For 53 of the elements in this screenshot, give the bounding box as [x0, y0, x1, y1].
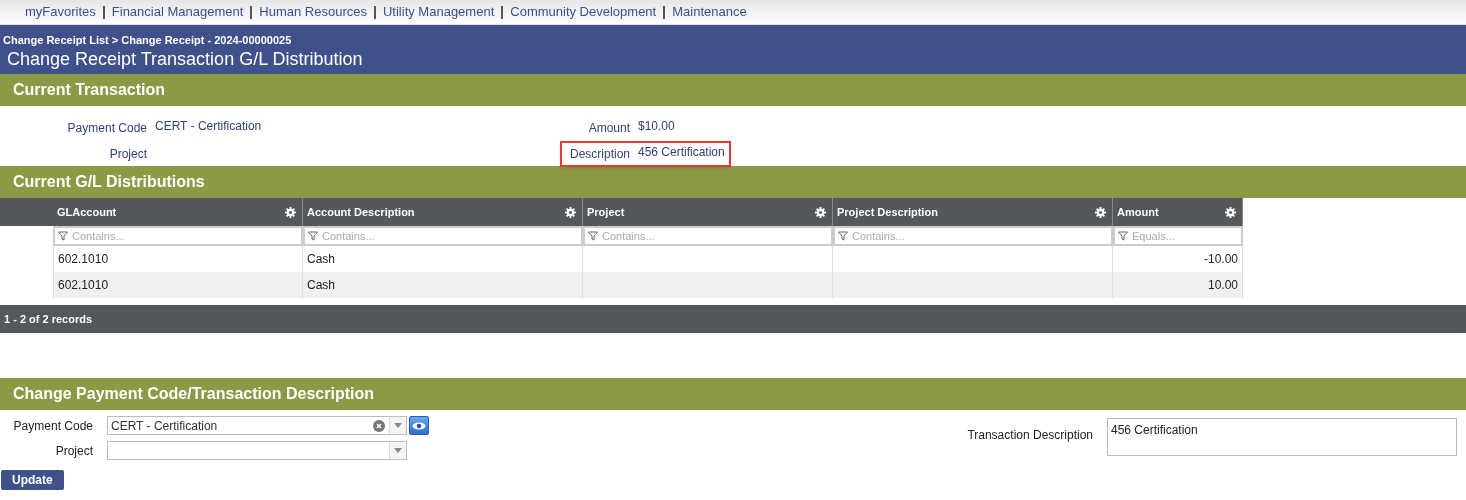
filter-field[interactable]: Equals...	[1113, 226, 1243, 246]
table-cell: 602.1010	[53, 272, 303, 298]
filter-field[interactable]: Contains...	[53, 226, 303, 246]
filter-icon	[1118, 231, 1128, 241]
settings-icon[interactable]	[1225, 207, 1236, 218]
nav-link[interactable]: Community Development	[510, 2, 657, 22]
field-label: Description	[568, 146, 631, 163]
column-header[interactable]: Project	[583, 198, 833, 226]
field-label: Amount	[587, 120, 631, 137]
table-cell: 602.1010	[53, 246, 303, 272]
field-value: 456 Certification	[638, 144, 725, 161]
clear-icon[interactable]	[373, 419, 385, 432]
filter-field[interactable]: Contains...	[583, 226, 833, 246]
field-label: Payment Code	[66, 120, 148, 137]
payment-code-dropdown[interactable]: CERT - Certification	[107, 416, 407, 435]
description-field[interactable]: 456 Certification	[1107, 418, 1457, 456]
nav-link[interactable]: myFavorites	[25, 2, 96, 22]
caret-icon[interactable]	[389, 417, 406, 434]
filter-icon	[588, 231, 598, 241]
column-header[interactable]: Project Description	[833, 198, 1113, 226]
table-cell: Cash	[303, 272, 583, 298]
nav-link[interactable]: Financial Management	[111, 2, 244, 22]
column-header[interactable]: Account Description	[303, 198, 583, 226]
page-title: Change Receipt Transaction G/L Distribution	[6, 48, 364, 71]
filter-icon	[308, 231, 318, 241]
field-label: Transaction Description	[966, 427, 1094, 444]
section-title: Change Payment Code/Transaction Description	[13, 384, 374, 404]
caret-icon[interactable]	[389, 442, 406, 459]
settings-icon[interactable]	[565, 207, 576, 218]
column-header[interactable]: Amount	[1113, 198, 1243, 226]
field-value: CERT - Certification	[155, 118, 262, 135]
field-value: $10.00	[638, 118, 675, 135]
settings-icon[interactable]	[1095, 207, 1106, 218]
field-label: Project	[54, 442, 94, 460]
settings-icon[interactable]	[285, 207, 296, 218]
breadcrumb[interactable]: Change Receipt List > Change Receipt - 2024-00000025	[3, 33, 1466, 47]
section-title: Current Transaction	[13, 80, 166, 100]
nav-link[interactable]: Human Resources	[259, 2, 367, 22]
table-cell: 10.00	[1113, 272, 1243, 298]
settings-icon[interactable]	[815, 207, 826, 218]
nav-link[interactable]: Utility Management	[383, 2, 495, 22]
update-button[interactable]: Update	[1, 470, 64, 490]
record-count: 1 - 2 of 2 records	[4, 311, 93, 327]
column-header[interactable]: GLAccount	[47, 198, 303, 226]
filter-icon	[838, 231, 848, 241]
filter-field[interactable]: Contains...	[833, 226, 1113, 246]
filter-field[interactable]: Contains...	[303, 226, 583, 246]
filter-icon	[58, 231, 68, 241]
nav-link[interactable]: Maintenance	[672, 2, 747, 22]
section-title: Current G/L Distributions	[13, 172, 205, 192]
field-label: Project	[108, 146, 148, 163]
view-icon[interactable]	[409, 416, 429, 435]
field-label: Payment Code	[12, 417, 94, 435]
